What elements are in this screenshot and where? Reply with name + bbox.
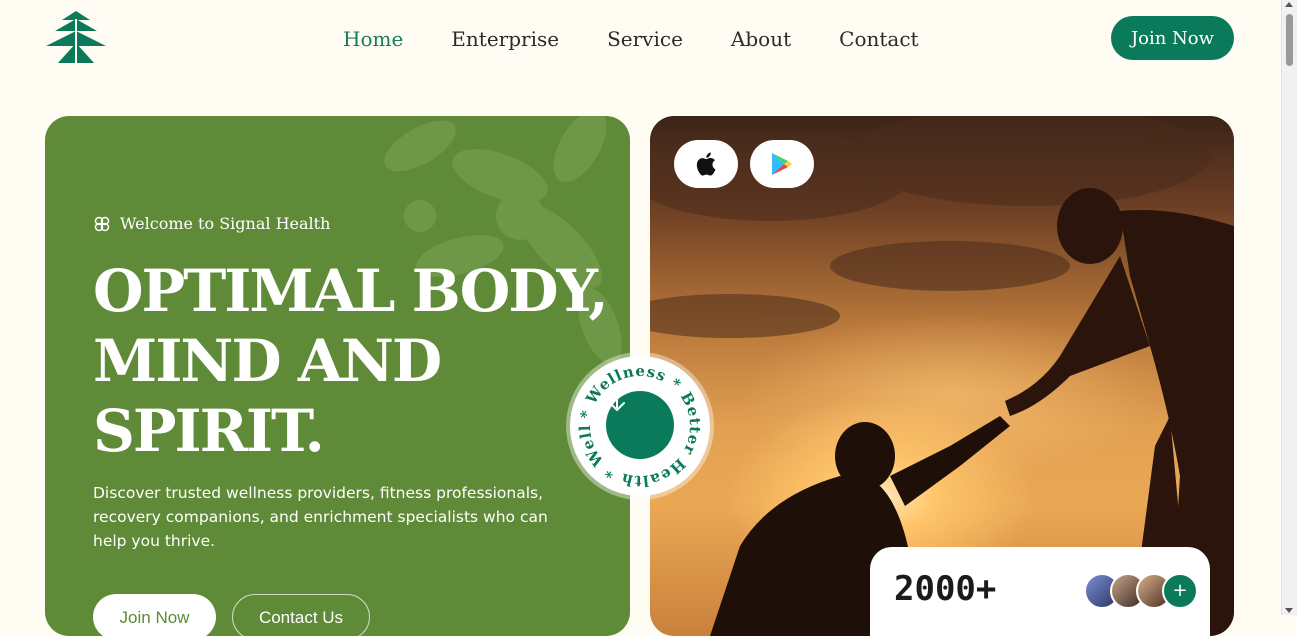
google-play-button[interactable] <box>750 140 814 188</box>
headline-line-1: OPTIMAL BODY, <box>93 257 609 325</box>
arrow-down-icon <box>609 393 625 411</box>
nav-contact[interactable]: Contact <box>839 26 918 52</box>
pine-tree-icon <box>46 11 106 63</box>
headline-line-3: SPIRIT. <box>93 397 325 465</box>
headline-line-2: MIND AND <box>93 327 442 395</box>
avatar-group: + <box>1084 573 1198 609</box>
header-join-button[interactable]: Join Now <box>1111 16 1234 60</box>
page-scrollbar[interactable] <box>1281 0 1297 615</box>
scroll-down-arrow[interactable] <box>1285 608 1293 613</box>
stats-count: 2000+ <box>894 569 997 609</box>
hero-contact-button[interactable]: Contact Us <box>232 594 370 636</box>
welcome-tagline: Welcome to Signal Health <box>93 214 330 233</box>
google-play-icon <box>772 153 792 175</box>
scroll-up-arrow[interactable] <box>1285 2 1293 7</box>
apple-icon <box>696 152 716 176</box>
wellness-badge: * Wellness * Better Health * Wellness <box>570 356 710 496</box>
logo[interactable] <box>44 11 108 65</box>
welcome-text: Welcome to Signal Health <box>120 214 331 233</box>
add-avatar-button[interactable]: + <box>1162 573 1198 609</box>
scroll-thumb[interactable] <box>1286 14 1293 66</box>
hero-left-card: Welcome to Signal Health OPTIMAL BODY, M… <box>45 116 630 636</box>
hero-description: Discover trusted wellness providers, fit… <box>93 484 548 550</box>
hero-image-card: 2000+ + <box>650 116 1234 636</box>
scroll-down-button[interactable] <box>606 391 674 459</box>
hero-join-button[interactable]: Join Now <box>93 594 216 636</box>
hero-headline: OPTIMAL BODY, MIND AND SPIRIT. <box>93 256 613 466</box>
stats-card: 2000+ + <box>870 547 1210 636</box>
nav-home[interactable]: Home <box>343 26 403 52</box>
main-nav: Home Enterprise Service About Contact <box>343 26 919 52</box>
flower-icon <box>94 216 110 231</box>
nav-enterprise[interactable]: Enterprise <box>451 26 559 52</box>
nav-service[interactable]: Service <box>607 26 683 52</box>
nav-about[interactable]: About <box>731 26 791 52</box>
app-store-button[interactable] <box>674 140 738 188</box>
